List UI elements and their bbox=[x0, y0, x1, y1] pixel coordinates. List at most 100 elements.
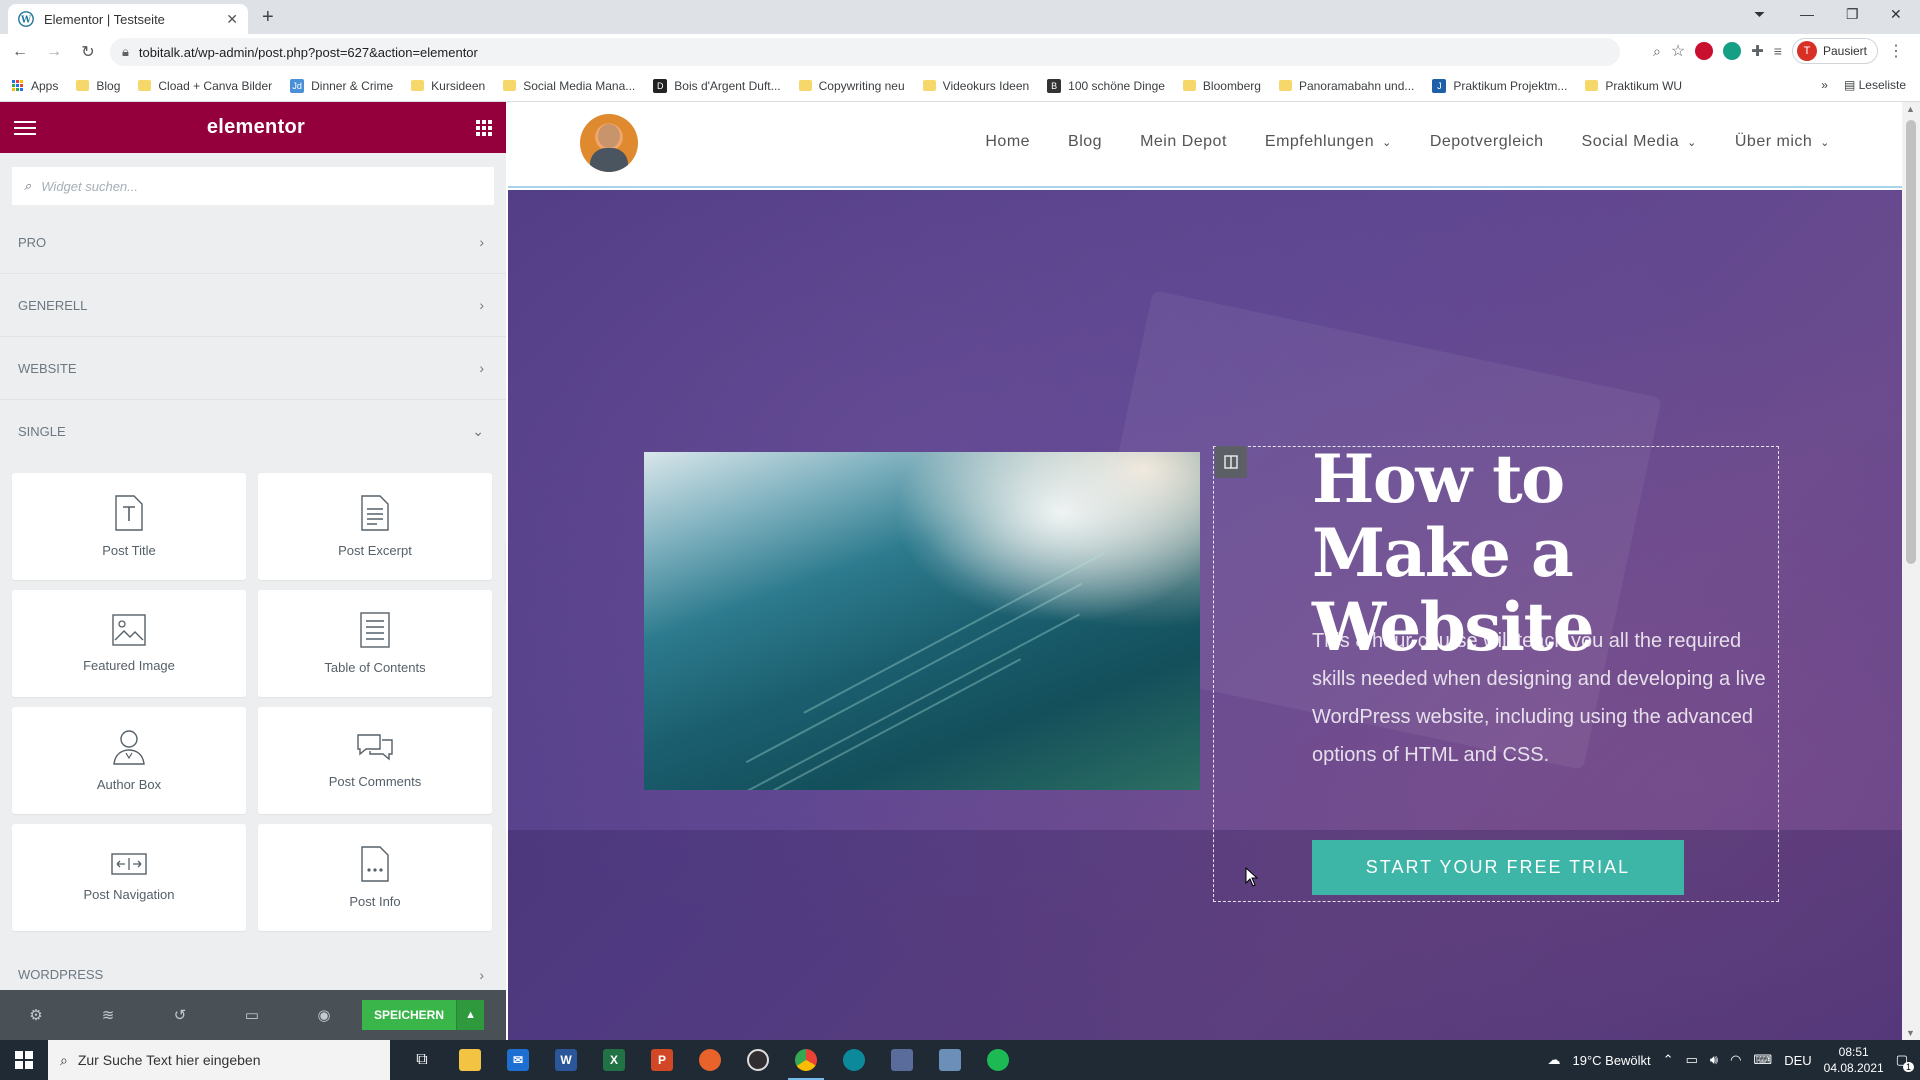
save-options-caret-icon[interactable]: ▲ bbox=[456, 1000, 485, 1030]
nav-home[interactable]: Home bbox=[985, 133, 1030, 151]
minimize-window-icon[interactable]: — bbox=[1800, 6, 1814, 22]
navigator-layers-icon[interactable]: ≋ bbox=[72, 1006, 144, 1024]
bookmark-folder[interactable]: Copywriting neu bbox=[798, 79, 905, 93]
nav-mein-depot[interactable]: Mein Depot bbox=[1140, 133, 1227, 151]
history-icon[interactable]: ↺ bbox=[144, 1006, 216, 1024]
bookmark-folder[interactable]: Praktikum WU bbox=[1585, 79, 1682, 93]
taskbar-clock[interactable]: 08:51 04.08.2021 bbox=[1824, 1044, 1884, 1076]
spotify-icon[interactable] bbox=[974, 1040, 1022, 1080]
windows-start-icon[interactable] bbox=[0, 1040, 48, 1080]
bookmark-site[interactable]: Jd Dinner & Crime bbox=[290, 78, 393, 93]
wifi-icon[interactable]: ◠ bbox=[1730, 1052, 1741, 1068]
close-window-icon[interactable]: ✕ bbox=[1890, 6, 1902, 23]
volume-icon[interactable]: 🔊︎ bbox=[1710, 1052, 1718, 1068]
bookmark-site[interactable]: D Bois d'Argent Duft... bbox=[653, 78, 781, 93]
bookmark-label: Praktikum WU bbox=[1605, 78, 1683, 93]
hero-wave-image[interactable] bbox=[644, 452, 1200, 790]
word-icon[interactable]: W bbox=[542, 1040, 590, 1080]
weather-text[interactable]: 19°C Bewölkt bbox=[1572, 1053, 1650, 1068]
preview-eye-icon[interactable]: ◉ bbox=[288, 1006, 360, 1024]
nav-social-media[interactable]: Social Media ⌄ bbox=[1582, 133, 1697, 151]
zoom-icon[interactable]: ⌕ bbox=[1653, 43, 1661, 60]
preview-scrollbar[interactable]: ▲ ▼ bbox=[1902, 102, 1920, 1040]
tab-search-icon[interactable]: ⏷ bbox=[1754, 6, 1765, 23]
reload-icon[interactable]: ↻ bbox=[74, 42, 102, 62]
app-icon[interactable] bbox=[686, 1040, 734, 1080]
back-icon[interactable]: ← bbox=[6, 43, 34, 61]
settings-gear-icon[interactable]: ⚙ bbox=[0, 1006, 72, 1024]
hero-description[interactable]: This 8 hour course will teach you all th… bbox=[1312, 622, 1782, 774]
bookmark-folder[interactable]: Bloomberg bbox=[1182, 79, 1261, 93]
powerpoint-icon[interactable]: P bbox=[638, 1040, 686, 1080]
widget-post-excerpt[interactable]: Post Excerpt bbox=[258, 473, 492, 580]
edge-icon[interactable] bbox=[830, 1040, 878, 1080]
language-indicator[interactable]: DEU bbox=[1784, 1053, 1811, 1068]
forward-icon[interactable]: → bbox=[40, 43, 68, 61]
profile-button[interactable]: T Pausiert bbox=[1791, 38, 1878, 64]
notification-center-icon[interactable]: ▢ 1 bbox=[1896, 1052, 1914, 1072]
widget-post-navigation[interactable]: Post Navigation bbox=[12, 824, 246, 931]
widget-search-input[interactable]: ⌕ Widget suchen... bbox=[12, 167, 494, 205]
more-bookmarks-icon[interactable]: » bbox=[1821, 78, 1828, 92]
bookmark-star-icon[interactable]: ☆ bbox=[1671, 41, 1685, 61]
start-free-trial-button[interactable]: START YOUR FREE TRIAL bbox=[1312, 840, 1684, 895]
bookmark-folder[interactable]: Kursideen bbox=[411, 79, 485, 93]
task-view-icon[interactable]: ⧉ bbox=[398, 1040, 446, 1080]
widget-post-info[interactable]: Post Info bbox=[258, 824, 492, 931]
tab-close-icon[interactable]: ✕ bbox=[226, 11, 238, 28]
extensions-puzzle-icon[interactable]: ✚ bbox=[1751, 42, 1764, 60]
tray-chevron-up-icon[interactable]: ⌃ bbox=[1663, 1052, 1674, 1068]
column-handle-icon[interactable] bbox=[1215, 446, 1247, 478]
toolbar-extensions: ⌕ ☆ ✚ ≡ T Pausiert ⋮ bbox=[1653, 38, 1904, 64]
restore-window-icon[interactable]: ❐ bbox=[1846, 6, 1859, 23]
hero-section[interactable]: How to Make a Website This 8 hour course… bbox=[508, 190, 1902, 1040]
network-icon[interactable]: ▭ bbox=[1686, 1052, 1698, 1068]
category-pro[interactable]: PRO › bbox=[0, 211, 506, 274]
widget-post-title[interactable]: Post Title bbox=[12, 473, 246, 580]
bookmark-folder[interactable]: Videokurs Ideen bbox=[922, 79, 1029, 93]
bookmark-site[interactable]: J Praktikum Projektm... bbox=[1432, 78, 1567, 93]
bookmark-folder[interactable]: Blog bbox=[76, 79, 120, 93]
mail-icon[interactable]: ✉ bbox=[494, 1040, 542, 1080]
widget-post-comments[interactable]: Post Comments bbox=[258, 707, 492, 814]
bookmark-apps[interactable]: Apps bbox=[12, 79, 58, 93]
category-generell[interactable]: GENERELL › bbox=[0, 274, 506, 337]
site-logo[interactable] bbox=[580, 114, 638, 172]
app-icon[interactable] bbox=[878, 1040, 926, 1080]
browser-menu-icon[interactable]: ⋮ bbox=[1888, 41, 1904, 61]
category-single[interactable]: SINGLE ⌄ bbox=[0, 400, 506, 463]
bookmark-folder[interactable]: Social Media Mana... bbox=[503, 79, 635, 93]
scroll-up-icon[interactable]: ▲ bbox=[1906, 104, 1915, 114]
save-button[interactable]: SPEICHERN bbox=[362, 1000, 457, 1030]
bookmark-site[interactable]: B 100 schöne Dinge bbox=[1047, 78, 1165, 93]
browser-tab[interactable]: W Elementor | Testseite ✕ bbox=[8, 4, 248, 34]
responsive-mode-icon[interactable]: ▭ bbox=[216, 1006, 288, 1024]
adblock-extension-icon[interactable] bbox=[1695, 42, 1714, 60]
keyboard-icon[interactable]: ⌨ bbox=[1753, 1052, 1772, 1068]
hamburger-menu-icon[interactable] bbox=[14, 117, 36, 139]
obs-icon[interactable] bbox=[734, 1040, 782, 1080]
bookmark-folder[interactable]: Panoramabahn und... bbox=[1278, 79, 1414, 93]
scrollbar-thumb[interactable] bbox=[1906, 120, 1916, 564]
widget-featured-image[interactable]: Featured Image bbox=[12, 590, 246, 697]
bookmark-folder[interactable]: Cload + Canva Bilder bbox=[138, 79, 272, 93]
taskbar-search-input[interactable]: ⌕ Zur Suche Text hier eingeben bbox=[48, 1040, 390, 1080]
file-explorer-icon[interactable] bbox=[446, 1040, 494, 1080]
widgets-grid-icon[interactable] bbox=[475, 119, 492, 136]
grammarly-extension-icon[interactable] bbox=[1723, 42, 1742, 60]
nav-empfehlungen[interactable]: Empfehlungen ⌄ bbox=[1265, 133, 1392, 151]
category-website[interactable]: WEBSITE › bbox=[0, 337, 506, 400]
scroll-down-icon[interactable]: ▼ bbox=[1906, 1028, 1915, 1038]
reading-list-button[interactable]: ▤ Leseliste bbox=[1844, 78, 1906, 92]
widget-author-box[interactable]: Author Box bbox=[12, 707, 246, 814]
notepad-icon[interactable] bbox=[926, 1040, 974, 1080]
nav-ueber-mich[interactable]: Über mich ⌄ bbox=[1735, 133, 1830, 151]
excel-icon[interactable]: X bbox=[590, 1040, 638, 1080]
new-tab-button[interactable]: + bbox=[262, 6, 274, 29]
nav-blog[interactable]: Blog bbox=[1068, 133, 1102, 151]
widget-table-of-contents[interactable]: Table of Contents bbox=[258, 590, 492, 697]
chrome-icon[interactable] bbox=[782, 1040, 830, 1080]
media-control-icon[interactable]: ≡ bbox=[1774, 43, 1782, 59]
url-field[interactable]: 🔒︎ tobitalk.at/wp-admin/post.php?post=62… bbox=[110, 38, 1620, 66]
nav-depotvergleich[interactable]: Depotvergleich bbox=[1430, 133, 1544, 151]
